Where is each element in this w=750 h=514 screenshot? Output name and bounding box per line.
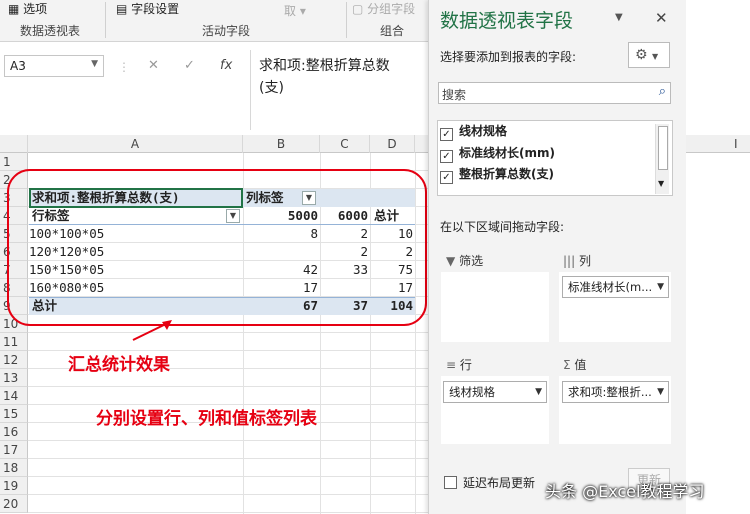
values-label-text: 值 [574,358,587,372]
column-header-i[interactable]: I [686,135,750,153]
rows-area-label: ≡ 行 [446,356,472,373]
values-field-pill[interactable]: 求和项:整根折... ▼ [562,381,669,403]
search-icon: ⌕ [658,84,666,99]
filter-icon: ▼ [446,254,456,268]
panel-title: 数据透视表字段 [440,10,574,32]
rows-icon: ≡ [446,358,457,372]
checkbox-checked-icon[interactable]: ✓ [440,128,453,141]
sheet-right-strip [686,0,750,514]
field-label: 线材规格 [459,124,508,138]
rows-field-text: 线材规格 [449,385,495,399]
gear-icon[interactable]: ⚙ ▼ [628,42,670,68]
columns-icon: ||| [563,254,576,268]
field-item-length[interactable]: ✓ 标准线材长(mm) [440,144,555,163]
field-list-scrollbar[interactable]: ▼ [655,124,669,194]
chevron-down-icon: ▼ [657,282,664,292]
columns-area-label: ||| 列 [563,252,591,269]
chevron-down-icon: ▼ [535,387,542,397]
columns-label-text: 列 [578,254,591,268]
defer-label: 延迟布局更新 [463,476,536,490]
instructions-annotation: 分别设置行、列和值标签列表 [96,409,317,429]
filter-label-text: 筛选 [459,254,484,268]
search-placeholder: 搜索 [442,88,467,102]
rows-field-pill[interactable]: 线材规格 ▼ [443,381,547,403]
panel-menu-chevron-icon[interactable]: ▼ [615,12,623,23]
chevron-down-icon: ▼ [652,52,659,61]
drag-hint-label: 在以下区域间拖动字段: [440,220,565,234]
checkbox-unchecked-icon[interactable] [444,476,457,489]
sigma-icon: Σ [563,358,571,372]
chevron-down-icon: ▼ [657,387,664,397]
filter-area-label: ▼ 筛选 [446,252,483,269]
field-label: 整根折算总数(支) [459,167,554,181]
scroll-down-icon[interactable]: ▼ [658,179,664,188]
watermark-text: 头条 @Excel教程学习 [545,482,705,501]
summary-annotation: 汇总统计效果 [68,355,170,375]
search-input[interactable]: 搜索 ⌕ [438,82,671,104]
choose-fields-label: 选择要添加到报表的字段: [440,50,577,64]
rows-label-text: 行 [459,358,472,372]
checkbox-checked-icon[interactable]: ✓ [440,150,453,163]
field-item-spec[interactable]: ✓ 线材规格 [440,122,508,141]
columns-field-pill[interactable]: 标准线材长(m... ▼ [562,276,669,298]
checkbox-checked-icon[interactable]: ✓ [440,171,453,184]
columns-field-text: 标准线材长(m... [568,280,653,294]
scrollbar-thumb[interactable] [658,126,668,170]
highlight-oval [7,169,427,326]
field-label: 标准线材长(mm) [459,146,555,160]
values-field-text: 求和项:整根折... [568,385,652,399]
field-item-total[interactable]: ✓ 整根折算总数(支) [440,165,554,184]
close-icon[interactable]: ✕ [655,9,668,27]
defer-update-option[interactable]: 延迟布局更新 [444,474,535,491]
filter-area[interactable] [441,272,549,342]
values-area-label: Σ 值 [563,356,586,373]
